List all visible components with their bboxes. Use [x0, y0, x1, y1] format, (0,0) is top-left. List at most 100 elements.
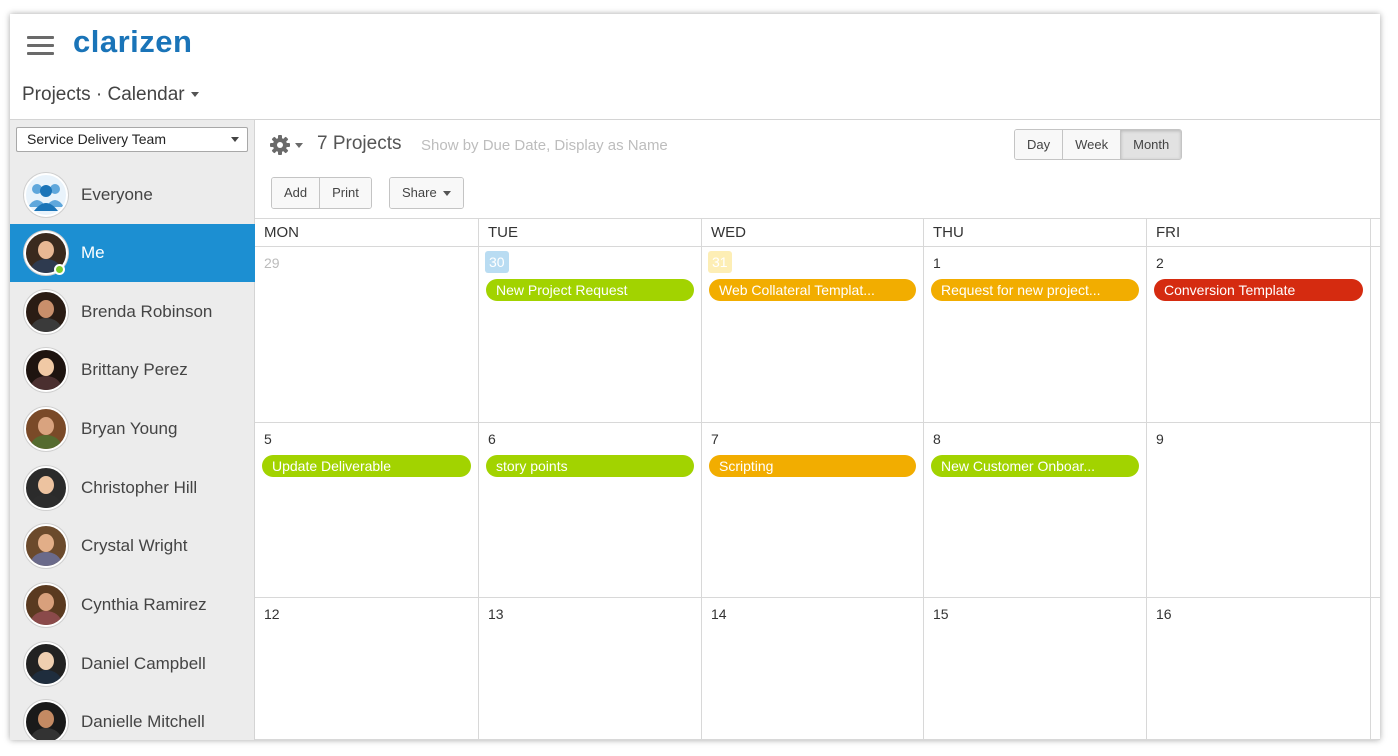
- caret-down-icon: [190, 92, 199, 98]
- sidebar-person-danielle-mitchell[interactable]: Danielle Mitchell: [10, 693, 255, 740]
- day-number: 15: [933, 606, 949, 622]
- page-title-dropdown[interactable]: Projects · Calendar: [22, 84, 199, 106]
- calendar-day[interactable]: 7 Scripting: [702, 423, 924, 597]
- sidebar-person-daniel-campbell[interactable]: Daniel Campbell: [10, 635, 255, 693]
- team-select[interactable]: Service Delivery Team: [16, 127, 248, 152]
- caret-down-icon: [442, 191, 451, 197]
- day-number: 1: [933, 255, 941, 271]
- person-name: Crystal Wright: [81, 536, 188, 555]
- day-number: 9: [1156, 431, 1164, 447]
- sidebar-person-brenda-robinson[interactable]: Brenda Robinson: [10, 283, 255, 341]
- sidebar-person-christopher-hill[interactable]: Christopher Hill: [10, 459, 255, 517]
- app-window: clarizen Projects · Calendar Service Del…: [10, 14, 1380, 740]
- day-number: 16: [1156, 606, 1172, 622]
- day-of-week-header: MON TUE WED THU FRI: [255, 218, 1380, 247]
- calendar-day[interactable]: 8 New Customer Onboar...: [924, 423, 1147, 597]
- day-of-week-wed: WED: [702, 219, 924, 247]
- sidebar-person-bryan-young[interactable]: Bryan Young: [10, 400, 255, 458]
- settings-menu[interactable]: [269, 134, 309, 161]
- avatar: [24, 407, 68, 451]
- caret-down-icon: [231, 137, 239, 142]
- month-view-button[interactable]: Month: [1121, 130, 1182, 159]
- month-calendar: MON TUE WED THU FRI 29 30 New Project Request 3…: [255, 218, 1380, 740]
- day-number: 12: [264, 606, 280, 622]
- calendar-event[interactable]: Web Collateral Templat...: [709, 279, 916, 301]
- share-group: Share: [389, 177, 464, 209]
- print-button[interactable]: Print: [320, 178, 371, 208]
- calendar-day[interactable]: 9: [1147, 423, 1371, 597]
- add-button[interactable]: Add: [272, 178, 321, 208]
- online-status-dot: [54, 264, 65, 275]
- day-number: 5: [264, 431, 272, 447]
- avatar: [24, 290, 68, 334]
- avatar: [24, 524, 68, 568]
- day-number: 13: [488, 606, 504, 622]
- day-number: 31: [708, 251, 732, 273]
- gear-icon: [270, 135, 303, 155]
- person-name: Brittany Perez: [81, 360, 188, 379]
- calendar-day[interactable]: 1 Request for new project...: [924, 247, 1147, 422]
- calendar-event[interactable]: story points: [486, 455, 694, 477]
- share-label: Share: [402, 185, 437, 200]
- calendar-event[interactable]: Scripting: [709, 455, 916, 477]
- group-icon: [24, 173, 68, 217]
- view-switcher: Day Week Month: [1014, 129, 1183, 160]
- day-number: 14: [711, 606, 727, 622]
- calendar-event[interactable]: New Customer Onboar...: [931, 455, 1139, 477]
- sidebar-person-cynthia-ramirez[interactable]: Cynthia Ramirez: [10, 576, 255, 634]
- calendar-day[interactable]: 13: [479, 598, 702, 739]
- calendar-day[interactable]: 29: [255, 247, 479, 422]
- day-number: 7: [711, 431, 719, 447]
- calendar-week: 5 Update Deliverable 6 story points 7 Scripti…: [255, 423, 1380, 598]
- calendar-day[interactable]: 15: [924, 598, 1147, 739]
- display-options-text[interactable]: Show by Due Date, Display as Name: [421, 137, 668, 154]
- project-count: 7 Projects: [317, 133, 402, 154]
- calendar-day[interactable]: 14: [702, 598, 924, 739]
- calendar-event[interactable]: Conversion Template: [1154, 279, 1363, 301]
- calendar-day[interactable]: 31 Web Collateral Templat...: [702, 247, 924, 422]
- calendar-toolbar: 7 Projects Show by Due Date, Display as …: [255, 120, 1380, 218]
- avatar: [24, 348, 68, 392]
- day-of-week-tue: TUE: [479, 219, 702, 247]
- add-print-group: Add Print: [271, 177, 372, 209]
- sidebar-person-me[interactable]: Me: [10, 224, 255, 282]
- calendar-day[interactable]: 30 New Project Request: [479, 247, 702, 422]
- avatar: [24, 466, 68, 510]
- sidebar-person-crystal-wright[interactable]: Crystal Wright: [10, 517, 255, 575]
- sidebar-person-everyone[interactable]: Everyone: [10, 166, 255, 224]
- calendar-day[interactable]: 12: [255, 598, 479, 739]
- person-name: Bryan Young: [81, 419, 178, 438]
- day-of-week-mon: MON: [255, 219, 479, 247]
- people-sidebar: Service Delivery Team Everyone Me Brenda R…: [10, 120, 255, 740]
- avatar: [24, 583, 68, 627]
- page-title: Projects · Calendar: [22, 84, 185, 105]
- day-view-button[interactable]: Day: [1015, 130, 1064, 159]
- person-name: Brenda Robinson: [81, 302, 213, 321]
- avatar: [24, 700, 68, 740]
- day-number: 29: [264, 255, 280, 271]
- day-of-week-thu: THU: [924, 219, 1147, 247]
- calendar-day[interactable]: 5 Update Deliverable: [255, 423, 479, 597]
- calendar-day[interactable]: 6 story points: [479, 423, 702, 597]
- person-name: Everyone: [81, 185, 153, 204]
- app-header: clarizen Projects · Calendar: [10, 14, 1380, 120]
- person-name: Me: [81, 243, 105, 262]
- week-view-button[interactable]: Week: [1063, 130, 1122, 159]
- day-number: 2: [1156, 255, 1164, 271]
- avatar: [24, 642, 68, 686]
- calendar-week: 29 30 New Project Request 31 Web Collateral …: [255, 247, 1380, 423]
- share-button[interactable]: Share: [390, 178, 463, 208]
- calendar-event[interactable]: Update Deliverable: [262, 455, 471, 477]
- day-number: 30: [485, 251, 509, 273]
- calendar-event[interactable]: New Project Request: [486, 279, 694, 301]
- calendar-week: 12 13 14 15 16: [255, 598, 1380, 740]
- menu-icon[interactable]: [27, 36, 54, 55]
- clarizen-logo[interactable]: clarizen: [73, 24, 192, 60]
- sidebar-person-brittany-perez[interactable]: Brittany Perez: [10, 341, 255, 399]
- day-number: 6: [488, 431, 496, 447]
- day-number: 8: [933, 431, 941, 447]
- calendar-event[interactable]: Request for new project...: [931, 279, 1139, 301]
- calendar-day[interactable]: 2 Conversion Template: [1147, 247, 1371, 422]
- person-name: Christopher Hill: [81, 478, 198, 497]
- calendar-day[interactable]: 16: [1147, 598, 1371, 739]
